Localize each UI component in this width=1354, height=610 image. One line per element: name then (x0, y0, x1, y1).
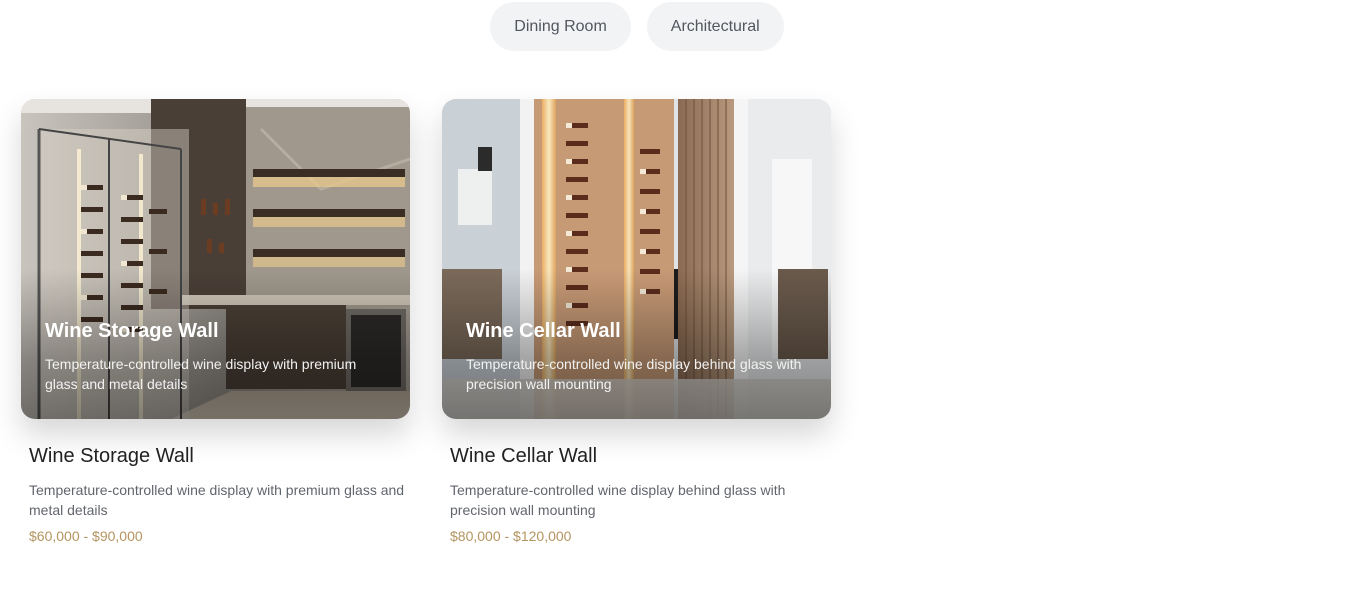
image-overlay-description: Temperature-controlled wine display with… (45, 356, 357, 392)
project-image-wine-storage[interactable]: Wine Storage Wall Temperature-controlled… (21, 99, 410, 419)
project-image-wine-cellar[interactable]: Wine Cellar Wall Temperature-controlled … (442, 99, 831, 419)
card-description: Temperature-controlled wine display behi… (450, 482, 786, 518)
project-card-wine-storage-wall[interactable]: Wine Storage Wall Temperature-controlled… (21, 99, 410, 544)
filter-architectural[interactable]: Architectural (646, 2, 784, 51)
card-price-range: $80,000 - $120,000 (450, 528, 572, 544)
card-info: Wine Storage Wall Temperature-controlled… (21, 419, 410, 544)
card-price-range: $60,000 - $90,000 (29, 528, 143, 544)
category-filter-bar: Dining Room Architectural (0, 2, 1274, 51)
filter-dining-room[interactable]: Dining Room (490, 2, 631, 51)
card-title[interactable]: Wine Storage Wall (29, 445, 402, 468)
image-overlay-title: Wine Cellar Wall (466, 320, 621, 342)
card-title[interactable]: Wine Cellar Wall (450, 445, 823, 468)
image-gradient-overlay (442, 269, 831, 419)
card-description: Temperature-controlled wine display with… (29, 482, 405, 518)
image-gradient-overlay (21, 269, 410, 419)
image-overlay-description: Temperature-controlled wine display behi… (466, 356, 802, 392)
card-info: Wine Cellar Wall Temperature-controlled … (442, 419, 831, 544)
project-card-wine-cellar-wall[interactable]: Wine Cellar Wall Temperature-controlled … (442, 99, 831, 544)
image-overlay-title: Wine Storage Wall (45, 320, 219, 342)
